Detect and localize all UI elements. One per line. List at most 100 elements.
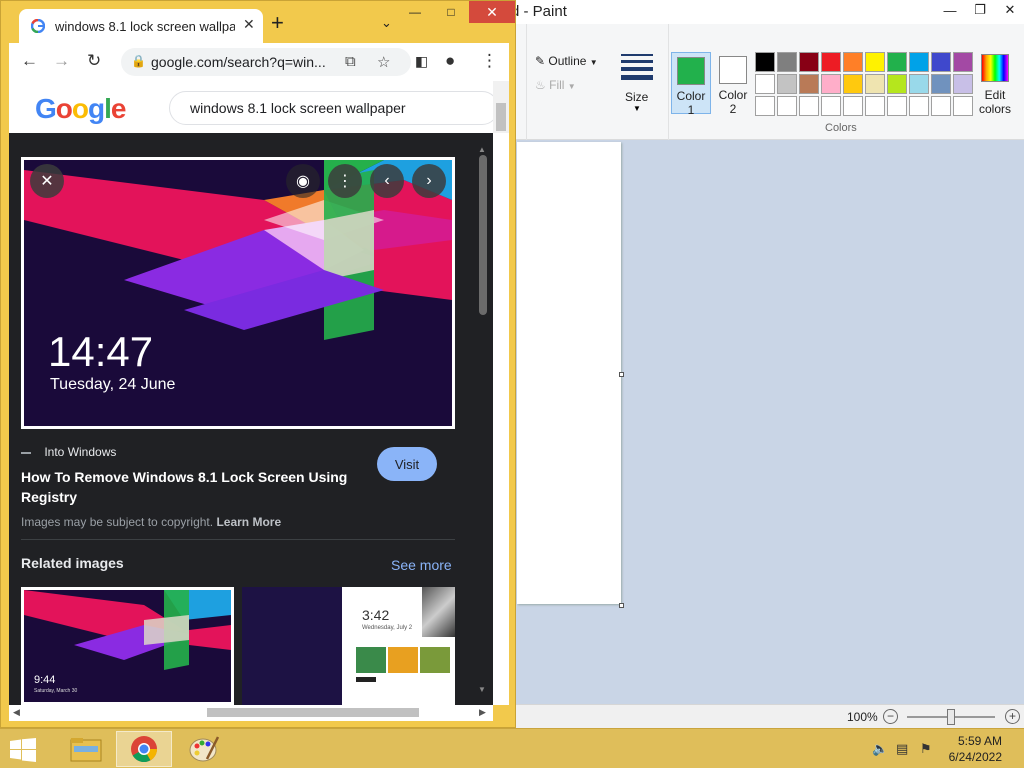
scroll-left-arrow-icon[interactable]: ◀ xyxy=(13,707,20,718)
palette-swatch[interactable] xyxy=(799,74,819,94)
palette-swatch[interactable] xyxy=(821,96,841,116)
bookmark-star-icon[interactable]: ☆ xyxy=(377,53,390,71)
color1-label-line2: 1 xyxy=(687,103,695,117)
palette-swatch[interactable] xyxy=(865,74,885,94)
related-image-2[interactable]: 3:42 Wednesday, July 2 xyxy=(242,587,455,705)
google-search-input[interactable]: windows 8.1 lock screen wallpaper xyxy=(169,91,499,125)
side-panel-icon[interactable]: ◧ xyxy=(415,53,428,70)
tab-search-chevron-icon[interactable]: ⌄ xyxy=(381,15,392,31)
palette-swatch[interactable] xyxy=(953,74,973,94)
palette-swatch[interactable] xyxy=(909,96,929,116)
palette-swatch[interactable] xyxy=(843,52,863,72)
palette-swatch[interactable] xyxy=(777,52,797,72)
network-icon[interactable]: ▤ xyxy=(896,741,908,757)
chrome-close-button[interactable]: ✕ xyxy=(469,1,515,23)
lock-icon[interactable]: 🔒 xyxy=(131,54,146,68)
file-explorer-taskbar-button[interactable] xyxy=(58,731,114,767)
action-center-icon[interactable]: ⚑ xyxy=(920,741,932,757)
palette-swatch[interactable] xyxy=(821,74,841,94)
tab-close-icon[interactable]: ✕ xyxy=(243,16,255,33)
horizontal-scrollbar-thumb[interactable] xyxy=(207,708,419,717)
palette-swatch[interactable] xyxy=(755,74,775,94)
fill-dropdown[interactable]: ♨ Fill ▼ xyxy=(535,78,576,92)
paint-palette-icon xyxy=(189,736,219,762)
next-image-icon[interactable]: › xyxy=(412,164,446,198)
palette-swatch[interactable] xyxy=(909,74,929,94)
result-source[interactable]: Into Windows xyxy=(21,445,116,459)
palette-swatch[interactable] xyxy=(931,74,951,94)
canvas-resize-handle-corner[interactable] xyxy=(619,603,624,608)
horizontal-scrollbar[interactable]: ◀ ▶ xyxy=(9,705,493,721)
page-scrollbar-thumb[interactable] xyxy=(496,103,506,131)
color1-selector[interactable]: Color 1 xyxy=(671,52,711,117)
share-icon[interactable]: ⧉ xyxy=(345,53,356,70)
windows-start-icon[interactable] xyxy=(10,738,36,762)
more-menu-icon[interactable]: ⋮ xyxy=(481,51,498,71)
palette-swatch[interactable] xyxy=(755,96,775,116)
visit-button[interactable]: Visit xyxy=(377,447,437,481)
see-more-link[interactable]: See more xyxy=(391,557,452,573)
scroll-up-arrow-icon[interactable]: ▲ xyxy=(478,145,486,154)
size-group[interactable]: Size ▼ xyxy=(609,24,669,140)
zoom-out-button[interactable]: − xyxy=(883,709,898,724)
palette-swatch[interactable] xyxy=(865,96,885,116)
palette-swatch[interactable] xyxy=(777,96,797,116)
more-options-icon[interactable]: ⋮ xyxy=(328,164,362,198)
clock-time[interactable]: 5:59 AM xyxy=(958,734,1002,748)
paint-close-button[interactable]: ✕ xyxy=(995,0,1024,20)
panel-scrollbar-thumb[interactable] xyxy=(479,155,487,315)
color2-selector[interactable]: Color 2 xyxy=(713,52,753,116)
edit-colors-button[interactable]: Edit colors xyxy=(975,54,1015,116)
forward-arrow-icon[interactable]: → xyxy=(53,51,70,71)
chrome-maximize-button[interactable]: □ xyxy=(433,1,469,23)
palette-swatch[interactable] xyxy=(887,52,907,72)
profile-avatar-icon[interactable]: ● xyxy=(445,51,455,71)
canvas-resize-handle-right[interactable] xyxy=(619,372,624,377)
new-tab-button[interactable]: + xyxy=(271,12,284,34)
google-logo[interactable]: Google xyxy=(35,93,126,125)
back-arrow-icon[interactable]: ← xyxy=(21,51,38,71)
palette-swatch[interactable] xyxy=(755,52,775,72)
address-bar[interactable]: 🔒 google.com/search?q=win... ⧉ ☆ xyxy=(121,48,411,76)
palette-swatch[interactable] xyxy=(843,74,863,94)
preview-image[interactable]: ✕ ◉ ⋮ ‹ › 14:47 Tuesday, 24 June xyxy=(21,157,455,429)
palette-swatch[interactable] xyxy=(887,96,907,116)
palette-swatch[interactable] xyxy=(931,96,951,116)
chrome-taskbar-button[interactable] xyxy=(116,731,172,767)
zoom-in-button[interactable]: + xyxy=(1005,709,1020,724)
paint-taskbar-button[interactable] xyxy=(176,731,232,767)
volume-muted-icon[interactable]: 🔈 xyxy=(872,741,888,757)
chrome-minimize-button[interactable]: — xyxy=(397,1,433,23)
paint-title-bar[interactable]: d - Paint — ❐ ✕ xyxy=(501,0,1024,24)
palette-swatch[interactable] xyxy=(887,74,907,94)
paint-minimize-button[interactable]: — xyxy=(935,0,965,20)
palette-swatch[interactable] xyxy=(953,96,973,116)
palette-swatch[interactable] xyxy=(821,52,841,72)
outline-dropdown[interactable]: ✎ Outline ▼ xyxy=(535,54,598,68)
scroll-right-arrow-icon[interactable]: ▶ xyxy=(479,707,486,718)
palette-swatch[interactable] xyxy=(799,52,819,72)
page-scrollbar[interactable] xyxy=(493,81,509,133)
palette-swatch[interactable] xyxy=(777,74,797,94)
palette-swatch[interactable] xyxy=(953,52,973,72)
clock-date[interactable]: 6/24/2022 xyxy=(949,750,1002,764)
lens-search-icon[interactable]: ◉ xyxy=(286,164,320,198)
result-title-link[interactable]: How To Remove Windows 8.1 Lock Screen Us… xyxy=(21,467,371,507)
color2-label-line2: 2 xyxy=(729,102,737,116)
learn-more-link[interactable]: Learn More xyxy=(216,515,281,529)
panel-scrollbar[interactable]: ▲ ▼ xyxy=(477,145,489,705)
scroll-down-arrow-icon[interactable]: ▼ xyxy=(478,685,486,694)
palette-swatch[interactable] xyxy=(931,52,951,72)
browser-tab[interactable]: windows 8.1 lock screen wallpaper ✕ xyxy=(19,9,263,43)
related-image-1[interactable]: 9:44 Saturday, March 30 xyxy=(21,587,234,705)
paint-canvas[interactable] xyxy=(517,142,621,604)
palette-swatch[interactable] xyxy=(865,52,885,72)
palette-swatch[interactable] xyxy=(909,52,929,72)
reload-icon[interactable]: ↻ xyxy=(87,51,101,71)
palette-swatch[interactable] xyxy=(843,96,863,116)
palette-swatch[interactable] xyxy=(799,96,819,116)
paint-restore-button[interactable]: ❐ xyxy=(965,0,995,20)
previous-image-icon[interactable]: ‹ xyxy=(370,164,404,198)
zoom-slider-thumb[interactable] xyxy=(947,709,955,725)
close-preview-icon[interactable]: ✕ xyxy=(30,164,64,198)
